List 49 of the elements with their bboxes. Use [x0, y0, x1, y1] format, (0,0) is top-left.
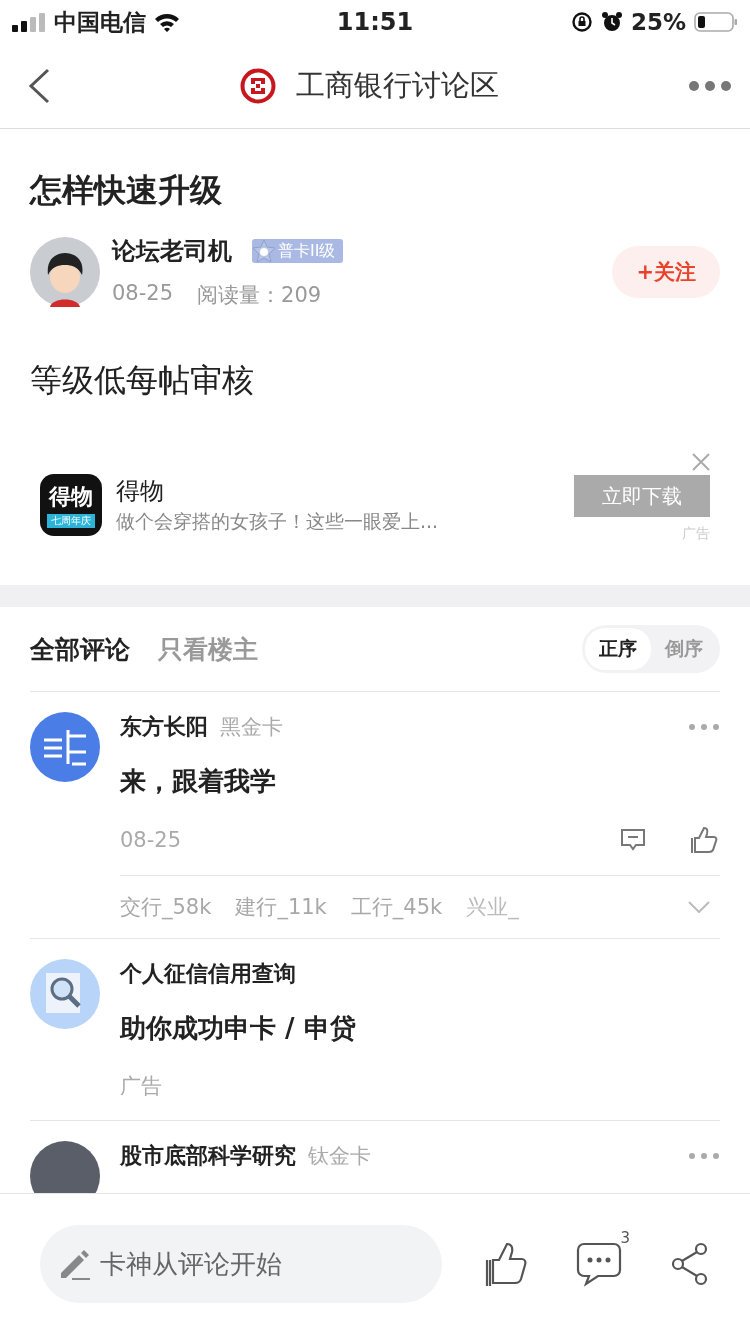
sort-option[interactable]: 正序: [585, 628, 651, 670]
post-title: 怎样快速升级: [30, 170, 223, 211]
bank-logo-icon: [239, 68, 276, 104]
ad-label: 广告: [120, 1073, 163, 1100]
follow-button[interactable]: +关注: [612, 246, 720, 298]
battery-icon: [694, 11, 738, 33]
comment-tab[interactable]: 全部评论: [30, 632, 130, 666]
commenter-name[interactable]: 股市底部科学研究: [120, 1141, 296, 1171]
comment-count: 3: [620, 1229, 630, 1247]
author-name[interactable]: 论坛老司机: [112, 235, 232, 267]
signal-icon: [12, 12, 46, 32]
card-tag: 工行_45k: [350, 893, 443, 921]
more-icon[interactable]: [688, 1152, 720, 1160]
read-count: 阅读量：209: [197, 282, 322, 309]
like-icon[interactable]: [484, 1240, 528, 1288]
more-icon[interactable]: [688, 80, 732, 92]
card-tag: 交行_58k: [120, 893, 212, 921]
post-body: 等级低每帖审核: [30, 360, 255, 401]
like-icon[interactable]: [690, 825, 720, 855]
post-date: 08-25: [112, 281, 174, 307]
ad-app-name: 得物: [116, 476, 165, 507]
comment-text: 助你成功申卡 / 申贷: [120, 1012, 357, 1045]
comment-icon[interactable]: [576, 1241, 622, 1287]
reply-icon[interactable]: [620, 827, 646, 853]
card-level: 钛金卡: [308, 1143, 372, 1170]
ad-description: 做个会穿搭的女孩子！这些一眼爱上...: [116, 509, 440, 534]
comment-text: 来，跟着我学: [120, 765, 277, 798]
avatar-drawing[interactable]: [30, 237, 100, 307]
close-icon[interactable]: [692, 453, 710, 471]
alarm-icon: [600, 11, 623, 33]
commenter-name[interactable]: 个人征信信用查询: [120, 959, 296, 989]
app-logo: 得物 七周年庆: [40, 474, 102, 536]
back-icon[interactable]: [28, 68, 50, 104]
card-level: 黑金卡: [220, 714, 284, 741]
level-badge: 普卡II级: [252, 239, 344, 263]
rotation-lock-icon: [570, 11, 593, 33]
card-tag: 建行_11k: [235, 893, 327, 921]
card-tag: 兴业_: [466, 893, 664, 921]
battery-percent: 25%: [630, 9, 686, 35]
avatar-drawing[interactable]: [30, 1141, 100, 1193]
forum-title: 工商银行讨论区: [295, 67, 499, 104]
wifi-icon: [154, 12, 180, 32]
share-icon[interactable]: [670, 1242, 710, 1286]
comment-date: 08-25: [120, 828, 183, 852]
clock-time: 11:51: [336, 8, 414, 36]
comment-input[interactable]: 卡神从评论开始: [40, 1225, 442, 1303]
carrier-name: 中国电信: [54, 7, 146, 37]
commenter-name[interactable]: 东方长阳: [120, 712, 208, 742]
more-icon[interactable]: [688, 723, 720, 731]
